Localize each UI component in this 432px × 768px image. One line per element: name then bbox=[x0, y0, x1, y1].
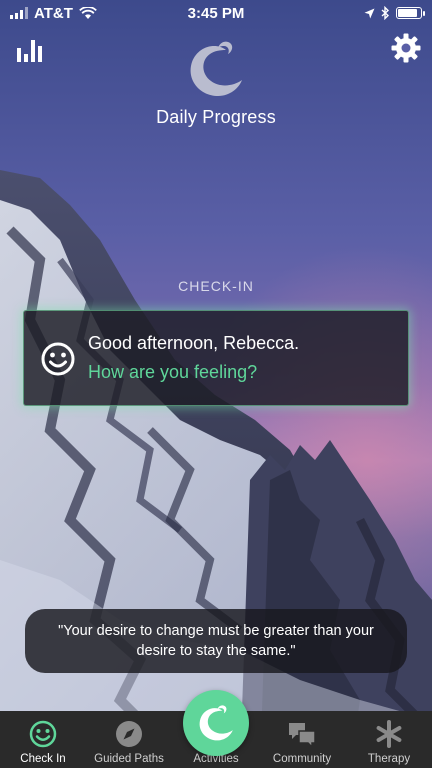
chat-bubbles-icon bbox=[289, 723, 316, 748]
tab-community[interactable]: Community bbox=[259, 711, 345, 768]
cellular-signal-icon bbox=[10, 7, 28, 19]
tab-label: Check In bbox=[20, 753, 66, 765]
location-arrow-icon bbox=[364, 8, 375, 18]
asterisk-icon bbox=[376, 720, 402, 748]
app-logo-icon bbox=[190, 41, 242, 96]
quote-text: "Your desire to change must be greater t… bbox=[58, 623, 374, 659]
status-time: 3:45 PM bbox=[187, 4, 245, 22]
battery-level-fill bbox=[398, 9, 417, 17]
tab-guided-paths[interactable]: Guided Paths bbox=[86, 711, 172, 768]
status-bar-right bbox=[364, 6, 425, 20]
smiley-face-icon bbox=[41, 342, 75, 376]
compass-icon bbox=[116, 721, 142, 747]
tab-label: Guided Paths bbox=[94, 753, 164, 765]
tab-check-in[interactable]: Check In bbox=[0, 711, 86, 768]
wifi-icon bbox=[79, 6, 97, 19]
status-bar: AT&T 3:45 PM bbox=[0, 0, 432, 26]
tab-label: Community bbox=[272, 753, 332, 765]
checkin-card[interactable]: Good afternoon, Rebecca. How are you fee… bbox=[23, 310, 409, 406]
tab-therapy[interactable]: Therapy bbox=[346, 711, 432, 768]
bar-chart-icon[interactable] bbox=[17, 38, 45, 62]
daily-quote: "Your desire to change must be greater t… bbox=[25, 609, 407, 673]
app-logo-icon bbox=[199, 705, 233, 741]
activities-button[interactable] bbox=[183, 690, 249, 756]
checkin-greeting: Good afternoon, Rebecca. bbox=[88, 333, 300, 353]
status-bar-left: AT&T bbox=[10, 5, 97, 22]
checkin-section-label: CHECK-IN bbox=[178, 278, 254, 294]
checkin-prompt[interactable]: How are you feeling? bbox=[88, 362, 257, 383]
battery-icon bbox=[396, 7, 425, 19]
tab-label: Therapy bbox=[367, 753, 411, 765]
page-title[interactable]: Daily Progress bbox=[0, 107, 432, 128]
smiley-face-icon bbox=[29, 720, 57, 748]
bluetooth-icon bbox=[381, 6, 390, 20]
carrier-name: AT&T bbox=[34, 4, 73, 22]
gear-icon[interactable] bbox=[390, 32, 422, 64]
